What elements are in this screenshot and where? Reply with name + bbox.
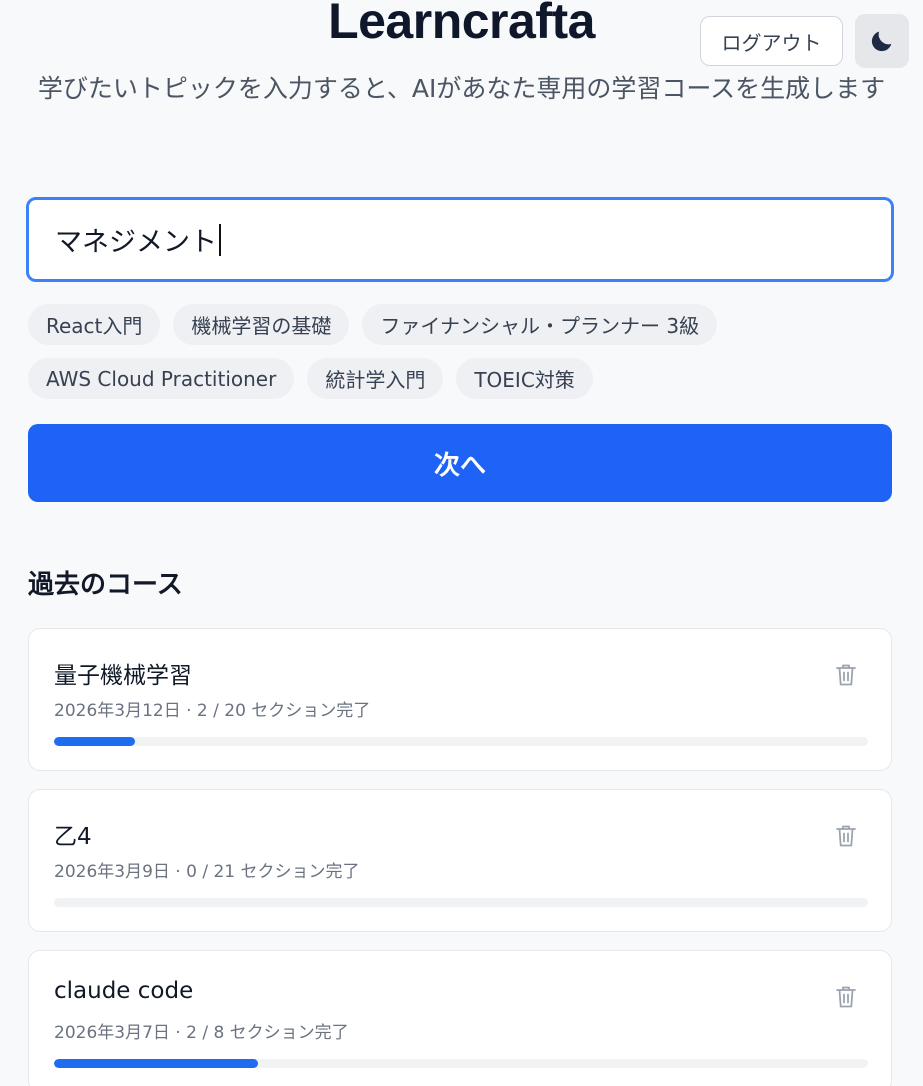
course-card[interactable]: claude code 2026年3月7日 · 2 / 8 セクション完了 [28,950,892,1086]
suggestion-chip[interactable]: AWS Cloud Practitioner [28,358,295,399]
topic-input-value: マネジメント [55,227,217,258]
topic-input[interactable]: マネジメント [26,197,894,282]
course-meta: 2026年3月12日 · 2 / 20 セクション完了 [54,701,371,721]
page: Learncrafta ログアウト 学びたいトピックを入力すると、AIがあなた専… [0,0,923,1086]
course-meta: 2026年3月7日 · 2 / 8 セクション完了 [54,1023,349,1043]
text-caret [219,223,221,256]
suggestion-chip[interactable]: ファイナンシャル・プランナー 3級 [362,304,718,345]
progress-track [54,737,868,746]
trash-icon[interactable] [835,824,857,848]
progress-track [54,898,868,907]
past-courses-heading: 過去のコース [28,570,183,600]
suggestion-chip[interactable]: TOEIC対策 [456,358,593,399]
course-title: 量子機械学習 [54,663,192,689]
moon-icon [871,31,892,52]
course-title: claude code [54,978,194,1004]
trash-icon[interactable] [835,663,857,687]
trash-icon[interactable] [835,985,857,1009]
logout-button[interactable]: ログアウト [700,16,843,66]
suggestion-chips: React入門 機械学習の基礎 ファイナンシャル・プランナー 3級 AWS Cl… [28,304,898,412]
course-title: 乙4 [54,824,92,850]
suggestion-chip[interactable]: 統計学入門 [307,358,444,399]
progress-fill [54,1059,258,1068]
theme-toggle-button[interactable] [855,14,909,68]
progress-fill [54,737,136,746]
course-card[interactable]: 乙4 2026年3月9日 · 0 / 21 セクション完了 [28,789,892,932]
next-button[interactable]: 次へ [28,424,892,502]
progress-track [54,1059,868,1068]
course-card[interactable]: 量子機械学習 2026年3月12日 · 2 / 20 セクション完了 [28,628,892,771]
app-subtitle: 学びたいトピックを入力すると、AIがあなた専用の学習コースを生成します [37,74,886,103]
suggestion-chip[interactable]: 機械学習の基礎 [173,304,350,345]
suggestion-chip[interactable]: React入門 [28,304,161,345]
course-meta: 2026年3月9日 · 0 / 21 セクション完了 [54,862,360,882]
